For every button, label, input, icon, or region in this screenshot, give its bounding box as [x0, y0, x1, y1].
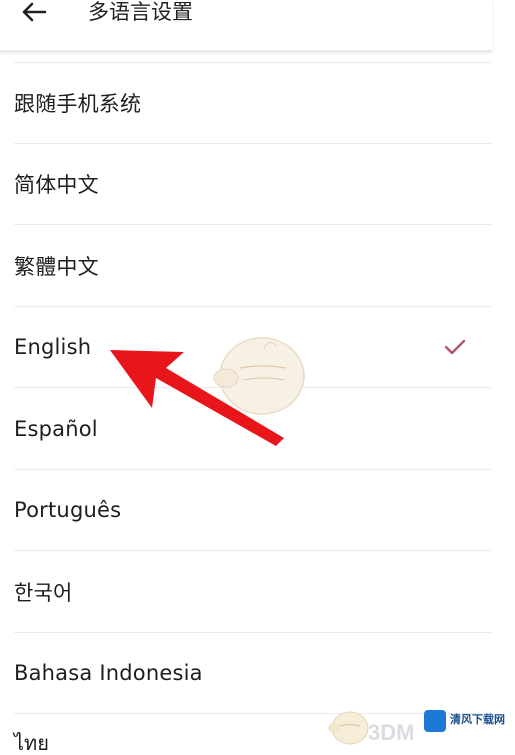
language-option-follow-system[interactable]: 跟随手机系统 [0, 62, 492, 144]
language-list: 跟随手机系统 简体中文 繁體中文 English Español Portugu… [0, 62, 492, 714]
back-button[interactable] [14, 0, 54, 32]
language-option-spanish[interactable]: Español [0, 388, 492, 470]
checkmark-icon [444, 340, 466, 355]
language-option-label: English [14, 335, 92, 360]
watermark-logo-text: 3DM [368, 720, 415, 745]
page-title: 多语言设置 [88, 0, 193, 24]
arrow-left-icon [22, 2, 47, 22]
language-option-english[interactable]: English [0, 307, 492, 389]
language-option-label: 简体中文 [14, 173, 99, 198]
language-option-label: Português [14, 498, 122, 523]
language-option-korean[interactable]: 한국어 [0, 551, 492, 633]
language-option-simplified-chinese[interactable]: 简体中文 [0, 144, 492, 226]
language-option-indonesian[interactable]: Bahasa Indonesia [0, 633, 492, 715]
language-option-label: Bahasa Indonesia [14, 661, 203, 686]
language-option-label: Español [14, 416, 98, 441]
language-option-portuguese[interactable]: Português [0, 470, 492, 552]
language-option-label: 繁體中文 [14, 254, 99, 279]
language-option-traditional-chinese[interactable]: 繁體中文 [0, 225, 492, 307]
language-option-thai[interactable]: ไทย [14, 733, 49, 753]
language-option-label: 한국어 [14, 580, 73, 605]
language-option-label: 跟随手机系统 [14, 91, 142, 116]
app-header: 多语言设置 [0, 0, 492, 51]
